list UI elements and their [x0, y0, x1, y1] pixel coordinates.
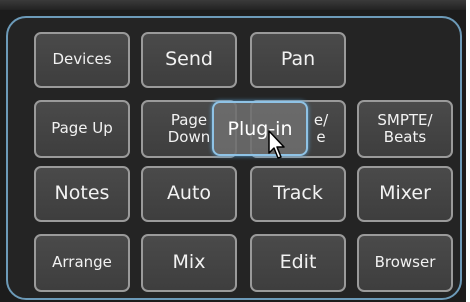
auto-label: Auto: [166, 182, 212, 205]
smpte-label-line1: SMPTE/: [377, 110, 433, 129]
track-label: Track: [273, 182, 323, 205]
smpte-label-line2: Beats: [383, 128, 427, 146]
notes-label: Notes: [54, 182, 110, 205]
page-up-button[interactable]: Page Up: [34, 100, 130, 158]
page-up-label: Page Up: [51, 119, 113, 138]
smpte-beats-button[interactable]: SMPTE/ Beats: [357, 100, 453, 158]
devices-button[interactable]: Devices: [34, 32, 130, 88]
mix-button[interactable]: Mix: [141, 234, 237, 292]
devices-label: Devices: [52, 50, 112, 69]
page-down-label-line2: Down: [167, 128, 211, 146]
right-edge: [466, 0, 470, 302]
send-label: Send: [165, 48, 213, 71]
notes-button[interactable]: Notes: [34, 166, 130, 222]
mix-label: Mix: [172, 251, 206, 274]
browser-label: Browser: [374, 253, 436, 272]
auto-button[interactable]: Auto: [141, 166, 237, 222]
arrange-button[interactable]: Arrange: [34, 234, 130, 292]
edit-button[interactable]: Edit: [250, 234, 346, 292]
track-button[interactable]: Track: [250, 166, 346, 222]
arrange-label: Arrange: [52, 253, 112, 272]
mixer-label: Mixer: [379, 182, 431, 205]
edit-label: Edit: [279, 251, 317, 274]
top-bar: [0, 0, 470, 10]
page-down-label-line1: Page: [170, 110, 208, 129]
mixer-button[interactable]: Mixer: [357, 166, 453, 222]
arrow-cursor-icon: [268, 130, 285, 159]
plug-in-drag-button[interactable]: Plug-in: [212, 101, 308, 156]
window-background: Devices Send Pan Page Up Page Down e/ e …: [0, 0, 470, 302]
pan-label: Pan: [280, 48, 316, 71]
pan-button[interactable]: Pan: [250, 32, 346, 88]
send-button[interactable]: Send: [141, 32, 237, 88]
browser-button[interactable]: Browser: [357, 234, 453, 292]
